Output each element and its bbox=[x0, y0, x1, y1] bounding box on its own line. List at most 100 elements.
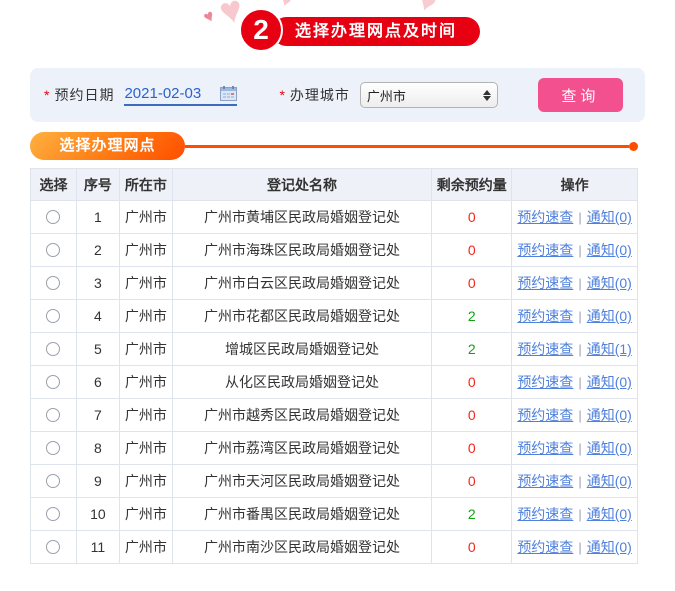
step-number-badge: 2 bbox=[239, 8, 283, 52]
remaining-count: 0 bbox=[467, 473, 476, 489]
row-select-radio[interactable] bbox=[46, 309, 61, 323]
registry-name: 广州市海珠区民政局婚姻登记处 bbox=[171, 233, 433, 267]
notice-link[interactable]: 通知(0) bbox=[587, 506, 632, 522]
quick-check-link[interactable]: 预约速查 bbox=[517, 275, 573, 291]
row-select-radio[interactable] bbox=[46, 210, 61, 224]
header-remaining: 剩余预约量 bbox=[431, 168, 513, 201]
query-button[interactable]: 查询 bbox=[537, 78, 623, 112]
step-title: 选择办理网点及时间 bbox=[272, 17, 480, 46]
header-name: 登记处名称 bbox=[171, 168, 433, 201]
row-city: 广州市 bbox=[118, 530, 173, 564]
select-cell bbox=[30, 266, 77, 300]
row-select-radio[interactable] bbox=[46, 375, 61, 389]
row-city: 广州市 bbox=[118, 398, 173, 432]
heart-icon: ♥ bbox=[200, 5, 218, 28]
quick-check-link[interactable]: 预约速查 bbox=[517, 473, 573, 489]
table-row: 2 广州市 广州市海珠区民政局婚姻登记处 0 预约速查 | 通知(0) bbox=[30, 233, 638, 267]
row-number: 10 bbox=[75, 497, 120, 531]
row-select-radio[interactable] bbox=[46, 408, 61, 422]
notice-link[interactable]: 通知(0) bbox=[587, 209, 632, 225]
table-row: 9 广州市 广州市天河区民政局婚姻登记处 0 预约速查 | 通知(0) bbox=[30, 464, 638, 498]
row-city: 广州市 bbox=[118, 332, 173, 366]
row-number: 9 bbox=[75, 464, 120, 498]
row-select-radio[interactable] bbox=[46, 507, 61, 521]
row-number: 7 bbox=[75, 398, 120, 432]
row-number: 3 bbox=[75, 266, 120, 300]
row-city: 广州市 bbox=[118, 233, 173, 267]
operations-cell: 预约速查 | 通知(0) bbox=[511, 431, 638, 465]
notice-link[interactable]: 通知(0) bbox=[587, 242, 632, 258]
required-marker: * bbox=[44, 87, 50, 103]
table-row: 8 广州市 广州市荔湾区民政局婚姻登记处 0 预约速查 | 通知(0) bbox=[30, 431, 638, 465]
remaining-count: 0 bbox=[467, 209, 476, 225]
quick-check-link[interactable]: 预约速查 bbox=[517, 440, 573, 456]
notice-link[interactable]: 通知(1) bbox=[587, 341, 632, 357]
row-select-radio[interactable] bbox=[46, 342, 61, 356]
row-number: 2 bbox=[75, 233, 120, 267]
quick-check-link[interactable]: 预约速查 bbox=[517, 308, 573, 324]
operations-cell: 预约速查 | 通知(0) bbox=[511, 497, 638, 531]
row-city: 广州市 bbox=[118, 464, 173, 498]
row-city: 广州市 bbox=[118, 431, 173, 465]
table-row: 4 广州市 广州市花都区民政局婚姻登记处 2 预约速查 | 通知(0) bbox=[30, 299, 638, 333]
registry-name: 广州市南沙区民政局婚姻登记处 bbox=[171, 530, 433, 564]
row-select-radio[interactable] bbox=[46, 276, 61, 290]
link-separator: | bbox=[578, 375, 582, 390]
date-label: 预约日期 bbox=[54, 87, 115, 103]
city-label: 办理城市 bbox=[289, 87, 350, 103]
row-city: 广州市 bbox=[118, 365, 173, 399]
city-select[interactable]: 广州市 bbox=[359, 82, 498, 108]
row-number: 4 bbox=[75, 299, 120, 333]
booking-sites-table: 选择 序号 所在市 登记处名称 剩余预约量 操作 1 广州市 广州市黄埔区民政局… bbox=[30, 168, 638, 564]
quick-check-link[interactable]: 预约速查 bbox=[517, 209, 573, 225]
row-number: 5 bbox=[75, 332, 120, 366]
link-separator: | bbox=[578, 243, 582, 258]
date-input[interactable] bbox=[124, 84, 221, 102]
row-number: 8 bbox=[75, 431, 120, 465]
notice-link[interactable]: 通知(0) bbox=[587, 407, 632, 423]
operations-cell: 预约速查 | 通知(0) bbox=[511, 299, 638, 333]
notice-link[interactable]: 通知(0) bbox=[587, 275, 632, 291]
table-row: 10 广州市 广州市番禺区民政局婚姻登记处 2 预约速查 | 通知(0) bbox=[30, 497, 638, 531]
notice-link[interactable]: 通知(0) bbox=[587, 473, 632, 489]
registry-name: 广州市天河区民政局婚姻登记处 bbox=[171, 464, 433, 498]
city-select-value: 广州市 bbox=[366, 88, 406, 104]
select-cell bbox=[30, 497, 77, 531]
notice-link[interactable]: 通知(0) bbox=[587, 539, 632, 555]
link-separator: | bbox=[578, 210, 582, 225]
table-row: 1 广州市 广州市黄埔区民政局婚姻登记处 0 预约速查 | 通知(0) bbox=[30, 200, 638, 234]
link-separator: | bbox=[578, 408, 582, 423]
registry-name: 增城区民政局婚姻登记处 bbox=[171, 332, 433, 366]
link-separator: | bbox=[578, 540, 582, 555]
select-cell bbox=[30, 464, 77, 498]
notice-link[interactable]: 通知(0) bbox=[587, 440, 632, 456]
remaining-count: 0 bbox=[467, 275, 476, 291]
quick-check-link[interactable]: 预约速查 bbox=[517, 506, 573, 522]
quick-check-link[interactable]: 预约速查 bbox=[517, 539, 573, 555]
select-cell bbox=[30, 233, 77, 267]
row-select-radio[interactable] bbox=[46, 540, 61, 554]
row-select-radio[interactable] bbox=[46, 474, 61, 488]
registry-name: 广州市越秀区民政局婚姻登记处 bbox=[171, 398, 433, 432]
heart-icon: ♥ bbox=[278, 0, 294, 12]
row-number: 1 bbox=[75, 200, 120, 234]
select-cell bbox=[30, 431, 77, 465]
table-row: 6 广州市 从化区民政局婚姻登记处 0 预约速查 | 通知(0) bbox=[30, 365, 638, 399]
row-select-radio[interactable] bbox=[46, 441, 61, 455]
row-select-radio[interactable] bbox=[46, 243, 61, 257]
link-separator: | bbox=[578, 276, 582, 291]
link-separator: | bbox=[578, 474, 582, 489]
table-row: 3 广州市 广州市白云区民政局婚姻登记处 0 预约速查 | 通知(0) bbox=[30, 266, 638, 300]
quick-check-link[interactable]: 预约速查 bbox=[517, 407, 573, 423]
quick-check-link[interactable]: 预约速查 bbox=[517, 242, 573, 258]
notice-link[interactable]: 通知(0) bbox=[587, 374, 632, 390]
header-city: 所在市 bbox=[118, 168, 173, 201]
section-header: 选择办理网点 bbox=[30, 132, 638, 160]
quick-check-link[interactable]: 预约速查 bbox=[517, 374, 573, 390]
link-separator: | bbox=[578, 342, 582, 357]
calendar-icon[interactable] bbox=[220, 85, 238, 101]
notice-link[interactable]: 通知(0) bbox=[587, 308, 632, 324]
quick-check-link[interactable]: 预约速查 bbox=[517, 341, 573, 357]
step-banner: ♥ ♥ ♥ ♥ 选择办理网点及时间 2 bbox=[0, 0, 675, 62]
link-separator: | bbox=[578, 507, 582, 522]
